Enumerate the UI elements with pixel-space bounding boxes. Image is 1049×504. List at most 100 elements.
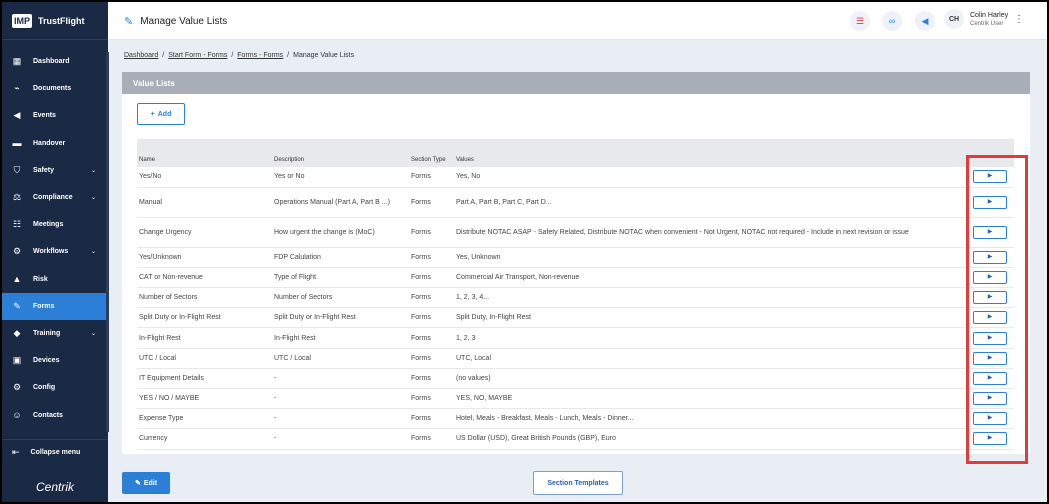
chevron-down-icon[interactable]: ⌄: [91, 167, 96, 174]
highlight-annotation: [966, 155, 1028, 464]
add-button-label: Add: [157, 110, 172, 118]
breadcrumb-dashboard[interactable]: Dashboard: [124, 52, 158, 59]
cell-name: In-Flight Rest: [137, 327, 272, 349]
cell-name: Change Urgency: [137, 217, 272, 248]
page-title-text: Manage Value Lists: [140, 16, 228, 27]
table-row: Split Duty or In-Flight Rest Split Duty o…: [137, 307, 1014, 329]
centrik-logo: Centrik: [35, 480, 74, 494]
table-row: In-Flight Rest In-Flight Rest Forms 1, 2, 3…: [137, 327, 1014, 349]
sidebar-item-documents[interactable]: ⌁ Documents: [2, 75, 108, 102]
cell-name: Number of Sectors: [137, 287, 272, 309]
chevron-down-icon[interactable]: ⌄: [91, 330, 96, 337]
handover-icon: ▬: [12, 138, 22, 149]
contacts-icon: ☺: [12, 410, 22, 421]
table-row: CAT or Non-revenue Type of Flight Forms Com…: [137, 267, 1014, 289]
cell-values: 1, 2, 3: [454, 327, 964, 349]
sidebar-item-label: Training: [33, 329, 61, 337]
link-icon[interactable]: ∞: [882, 11, 902, 31]
compliance-icon: ⚖: [12, 192, 22, 203]
chevron-down-icon[interactable]: ⌄: [91, 248, 96, 255]
column-header-values: Values: [454, 139, 964, 167]
forms-icon: ✎: [13, 300, 21, 311]
sidebar-item-compliance[interactable]: ⚖ Compliance ⌄: [2, 184, 108, 211]
breadcrumb-start-form[interactable]: Start Form - Forms: [168, 52, 227, 59]
workflow-icon: ⚙: [12, 246, 22, 257]
edit-button-label: Edit: [143, 479, 158, 487]
sidebar-item-label: Risk: [33, 275, 48, 283]
table-row: Currency - Forms US Dollar (USD), Great Bri…: [137, 428, 1014, 450]
sidebar-item-label: Dashboard: [33, 58, 70, 66]
sidebar-item-handover[interactable]: ▬ Handover: [2, 130, 108, 157]
config-icon: ⚙: [12, 382, 22, 393]
cell-type: Forms: [409, 247, 454, 268]
column-header-name: Name: [137, 139, 272, 167]
cell-type: Forms: [409, 408, 454, 430]
collapse-menu-button[interactable]: ⇤ Collapse menu: [2, 439, 108, 465]
sidebar-scrollbar[interactable]: [106, 52, 109, 432]
sidebar-item-training[interactable]: ◆ Training ⌄: [2, 320, 108, 347]
sidebar-item-meetings[interactable]: ☷ Meetings: [2, 211, 108, 238]
sidebar: IMP TrustFlight ▦ Dashboard ⌁ Documents ◀ Eve…: [2, 2, 109, 502]
plus-icon: +: [150, 110, 155, 118]
sidebar-item-label: Compliance: [33, 194, 73, 202]
value-lists-panel: Value Lists + Add Name Description Secti…: [122, 72, 1030, 454]
breadcrumb-forms[interactable]: Forms - Forms: [237, 52, 283, 59]
cell-description: -: [272, 408, 409, 430]
app-frame: IMP TrustFlight ▦ Dashboard ⌁ Documents ◀ Eve…: [2, 2, 1047, 502]
cell-name: Expense Type: [137, 408, 272, 430]
cell-description: Number of Sectors: [272, 287, 409, 309]
cell-type: Forms: [409, 348, 454, 369]
sidebar-item-events[interactable]: ◀ Events: [2, 102, 108, 129]
cell-values: Commercial Air Transport, Non-revenue: [454, 267, 964, 289]
sidebar-item-devices[interactable]: ▣ Devices: [2, 347, 108, 374]
cell-values: (no values): [454, 368, 964, 390]
sidebar-item-workflows[interactable]: ⚙ Workflows ⌄: [2, 238, 108, 265]
sidebar-item-risk[interactable]: ▲ Risk: [2, 266, 108, 293]
cell-name: Yes/Unknown: [137, 247, 272, 268]
table-row: YES / NO / MAYBE - Forms YES, NO, MAYBE ▶: [137, 388, 1014, 410]
top-bar: ✎ Manage Value Lists ☰ ∞ ◀ CH Colin Harl…: [108, 2, 1047, 40]
cell-type: Forms: [409, 428, 454, 450]
edit-button[interactable]: ✎ Edit: [122, 472, 170, 494]
cell-description: Yes or No: [272, 167, 409, 188]
chevron-down-icon[interactable]: ⌄: [91, 194, 96, 201]
sidebar-item-forms[interactable]: ✎ Forms: [2, 292, 108, 320]
sidebar-item-contacts[interactable]: ☺ Contacts: [2, 401, 108, 428]
megaphone-icon[interactable]: ◀: [915, 11, 935, 31]
stack-icon[interactable]: ☰: [850, 11, 870, 31]
cell-description: Split Duty or In-Flight Rest: [272, 307, 409, 329]
add-button[interactable]: + Add: [137, 103, 185, 125]
brand[interactable]: IMP TrustFlight: [2, 2, 108, 40]
user-menu[interactable]: CH Colin Harley Centrik User: [944, 9, 1008, 29]
value-lists-table: Name Description Section Type Values Yes…: [137, 139, 1014, 450]
breadcrumb-separator: /: [162, 52, 165, 59]
section-templates-button[interactable]: Section Templates: [533, 471, 623, 495]
sidebar-nav: ▦ Dashboard ⌁ Documents ◀ Events ▬ Handover ⛉ Saf…: [2, 40, 108, 429]
cell-type: Forms: [409, 287, 454, 309]
cell-values: Hotel, Meals - Breakfast, Meals - Lunch,…: [454, 408, 964, 430]
sidebar-item-label: Forms: [33, 302, 55, 310]
sidebar-item-label: Config: [33, 384, 56, 392]
cell-description: Operations Manual (Part A, Part B ...): [272, 187, 409, 218]
breadcrumb-separator: /: [231, 52, 234, 59]
more-vertical-icon[interactable]: ⋮: [1014, 14, 1024, 25]
table-row: Yes/No Yes or No Forms Yes, No ▶: [137, 167, 1014, 188]
cell-name: Split Duty or In-Flight Rest: [137, 307, 272, 329]
cell-type: Forms: [409, 217, 454, 248]
cell-type: Forms: [409, 267, 454, 289]
breadcrumb-separator: /: [287, 52, 290, 59]
sidebar-item-label: Handover: [33, 139, 66, 147]
table-row: Yes/Unknown FDP Calulation Forms Yes, Unkno…: [137, 247, 1014, 268]
cell-name: UTC / Local: [137, 348, 272, 369]
breadcrumb: Dashboard / Start Form - Forms / Forms -…: [124, 52, 354, 59]
sidebar-item-config[interactable]: ⚙ Config: [2, 374, 108, 401]
sidebar-item-safety[interactable]: ⛉ Safety ⌄: [2, 157, 108, 184]
column-header-description: Description: [272, 139, 409, 167]
cell-type: Forms: [409, 368, 454, 390]
cell-description: -: [272, 368, 409, 390]
table-row: UTC / Local UTC / Local Forms UTC, Local ▶: [137, 348, 1014, 369]
edit-list-icon: ✎: [124, 16, 134, 28]
cell-name: Manual: [137, 187, 272, 218]
column-header-section-type: Section Type: [409, 139, 454, 167]
sidebar-item-dashboard[interactable]: ▦ Dashboard: [2, 48, 108, 75]
